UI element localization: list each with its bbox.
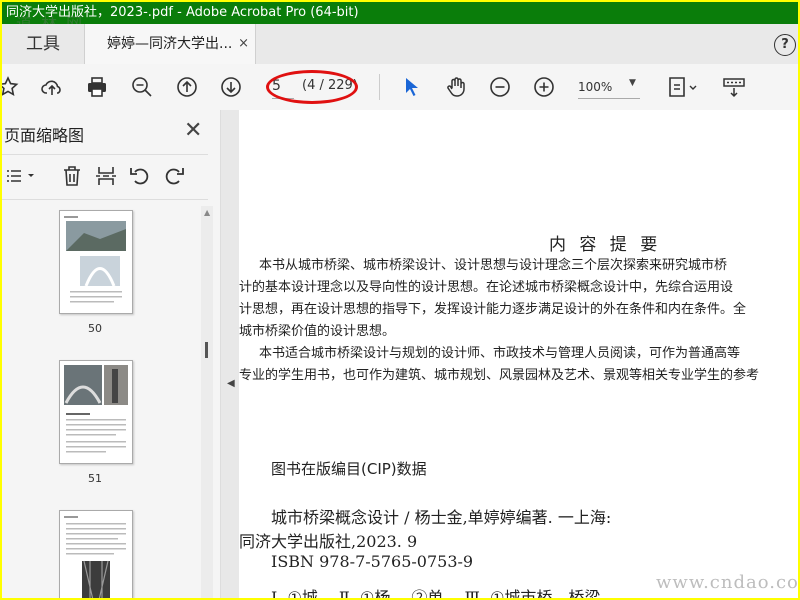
main-toolbar: 5 (4 / 229) 100% ▼ bbox=[2, 64, 798, 111]
page-down-icon[interactable] bbox=[219, 75, 243, 99]
scroll-up-icon[interactable]: ▲ bbox=[204, 208, 210, 217]
cip-line: Ⅰ. ①城… Ⅱ. ①杨… ②单… Ⅲ. ①城市桥—桥梁 bbox=[271, 588, 601, 598]
keyboard-scroll-icon[interactable] bbox=[722, 75, 746, 99]
zoom-out-search-icon[interactable] bbox=[130, 75, 154, 99]
watermark-bottom: www.cndao.com bbox=[656, 572, 798, 593]
highlight-ellipse bbox=[266, 70, 358, 104]
app-window: 同济大学出版社，2023-.pdf - Adobe Acrobat Pro (6… bbox=[2, 2, 798, 598]
body-line: 计的基本设计理念以及导向性的设计思想。在论述城市桥梁概念设计中，先综合运用设 bbox=[239, 280, 734, 295]
thumbnail-scrollbar[interactable] bbox=[201, 206, 213, 598]
thumbnail-page-number: 50 bbox=[88, 322, 102, 335]
zoom-chevron-down-icon[interactable]: ▼ bbox=[629, 78, 636, 88]
toolbar-divider bbox=[379, 74, 380, 100]
cip-line: ISBN 978-7-5765-0753-9 bbox=[271, 552, 474, 571]
thumbnail-toolbar bbox=[2, 154, 208, 200]
trash-icon[interactable] bbox=[60, 164, 84, 188]
page-thumbnail[interactable] bbox=[59, 510, 133, 598]
upload-cloud-icon[interactable] bbox=[40, 75, 64, 99]
pdf-page: 内 容 提 要 本书从城市桥梁、城市桥梁设计、设计思想与设计理念三个层次探索来研… bbox=[239, 110, 798, 598]
page-heading: 内 容 提 要 bbox=[549, 235, 662, 255]
thumbnail-list: 50 51 bbox=[2, 202, 202, 598]
cip-line: 同济大学出版社,2023. 9 bbox=[239, 532, 418, 551]
page-fit-icon[interactable] bbox=[666, 75, 700, 99]
panel-close-icon[interactable]: ✕ bbox=[184, 118, 202, 143]
panel-title: 页面缩略图 bbox=[4, 126, 85, 145]
select-pointer-icon[interactable] bbox=[400, 75, 424, 99]
help-icon[interactable]: ? bbox=[774, 34, 796, 56]
body-line: 计思想，再在设计思想的指导下，发挥设计能力逐步满足设计的外在条件和内在条件。全 bbox=[239, 302, 747, 317]
thumbnail-panel: 页面缩略图 ✕ 50 51 ▲ bbox=[2, 110, 221, 598]
tab-bar: 工具 婷婷—同济大学出... × ? bbox=[2, 24, 798, 65]
cip-line: 城市桥梁概念设计 / 杨士金,单婷婷编著. 一上海: bbox=[271, 508, 612, 527]
options-menu-icon[interactable] bbox=[4, 164, 38, 188]
page-thumbnail[interactable] bbox=[59, 360, 133, 464]
body-line: 专业的学生用书，也可作为建筑、城市规划、风景园林及艺术、景观等相关专业学生的参考 bbox=[239, 368, 760, 383]
thumbnail-page-number: 51 bbox=[88, 472, 102, 485]
print-icon[interactable] bbox=[85, 75, 109, 99]
tab-document-label: 婷婷—同济大学出... bbox=[107, 36, 233, 52]
cip-heading: 图书在版编目(CIP)数据 bbox=[271, 460, 427, 478]
tab-document[interactable]: 婷婷—同济大学出... × bbox=[84, 24, 256, 64]
hand-icon[interactable] bbox=[444, 75, 468, 99]
body-line: 城市桥梁价值的设计思想。 bbox=[239, 324, 396, 339]
title-bar: 同济大学出版社，2023-.pdf - Adobe Acrobat Pro (6… bbox=[2, 2, 798, 24]
zoom-in-icon[interactable] bbox=[532, 75, 556, 99]
body-line: 本书适合城市桥梁设计与规划的设计师、市政技术与管理人员阅读，可作为普通高等 bbox=[259, 346, 741, 361]
rotate-left-icon[interactable] bbox=[128, 164, 152, 188]
panel-resize-handle[interactable] bbox=[205, 342, 208, 358]
body-line: 本书从城市桥梁、城市桥梁设计、设计思想与设计理念三个层次探索来研究城市桥 bbox=[259, 258, 728, 273]
zoom-out-icon[interactable] bbox=[488, 75, 512, 99]
split-page-icon[interactable] bbox=[94, 164, 118, 188]
page-up-icon[interactable] bbox=[175, 75, 199, 99]
tab-tools[interactable]: 工具 bbox=[2, 24, 84, 64]
tab-close-icon[interactable]: × bbox=[238, 24, 249, 64]
rotate-right-icon[interactable] bbox=[162, 164, 186, 188]
bookmark-star-icon[interactable] bbox=[2, 75, 20, 99]
collapse-panel-icon[interactable]: ◀ bbox=[227, 378, 235, 389]
document-viewport: 内 容 提 要 本书从城市桥梁、城市桥梁设计、设计思想与设计理念三个层次探索来研… bbox=[221, 110, 798, 598]
page-thumbnail[interactable] bbox=[59, 210, 133, 314]
